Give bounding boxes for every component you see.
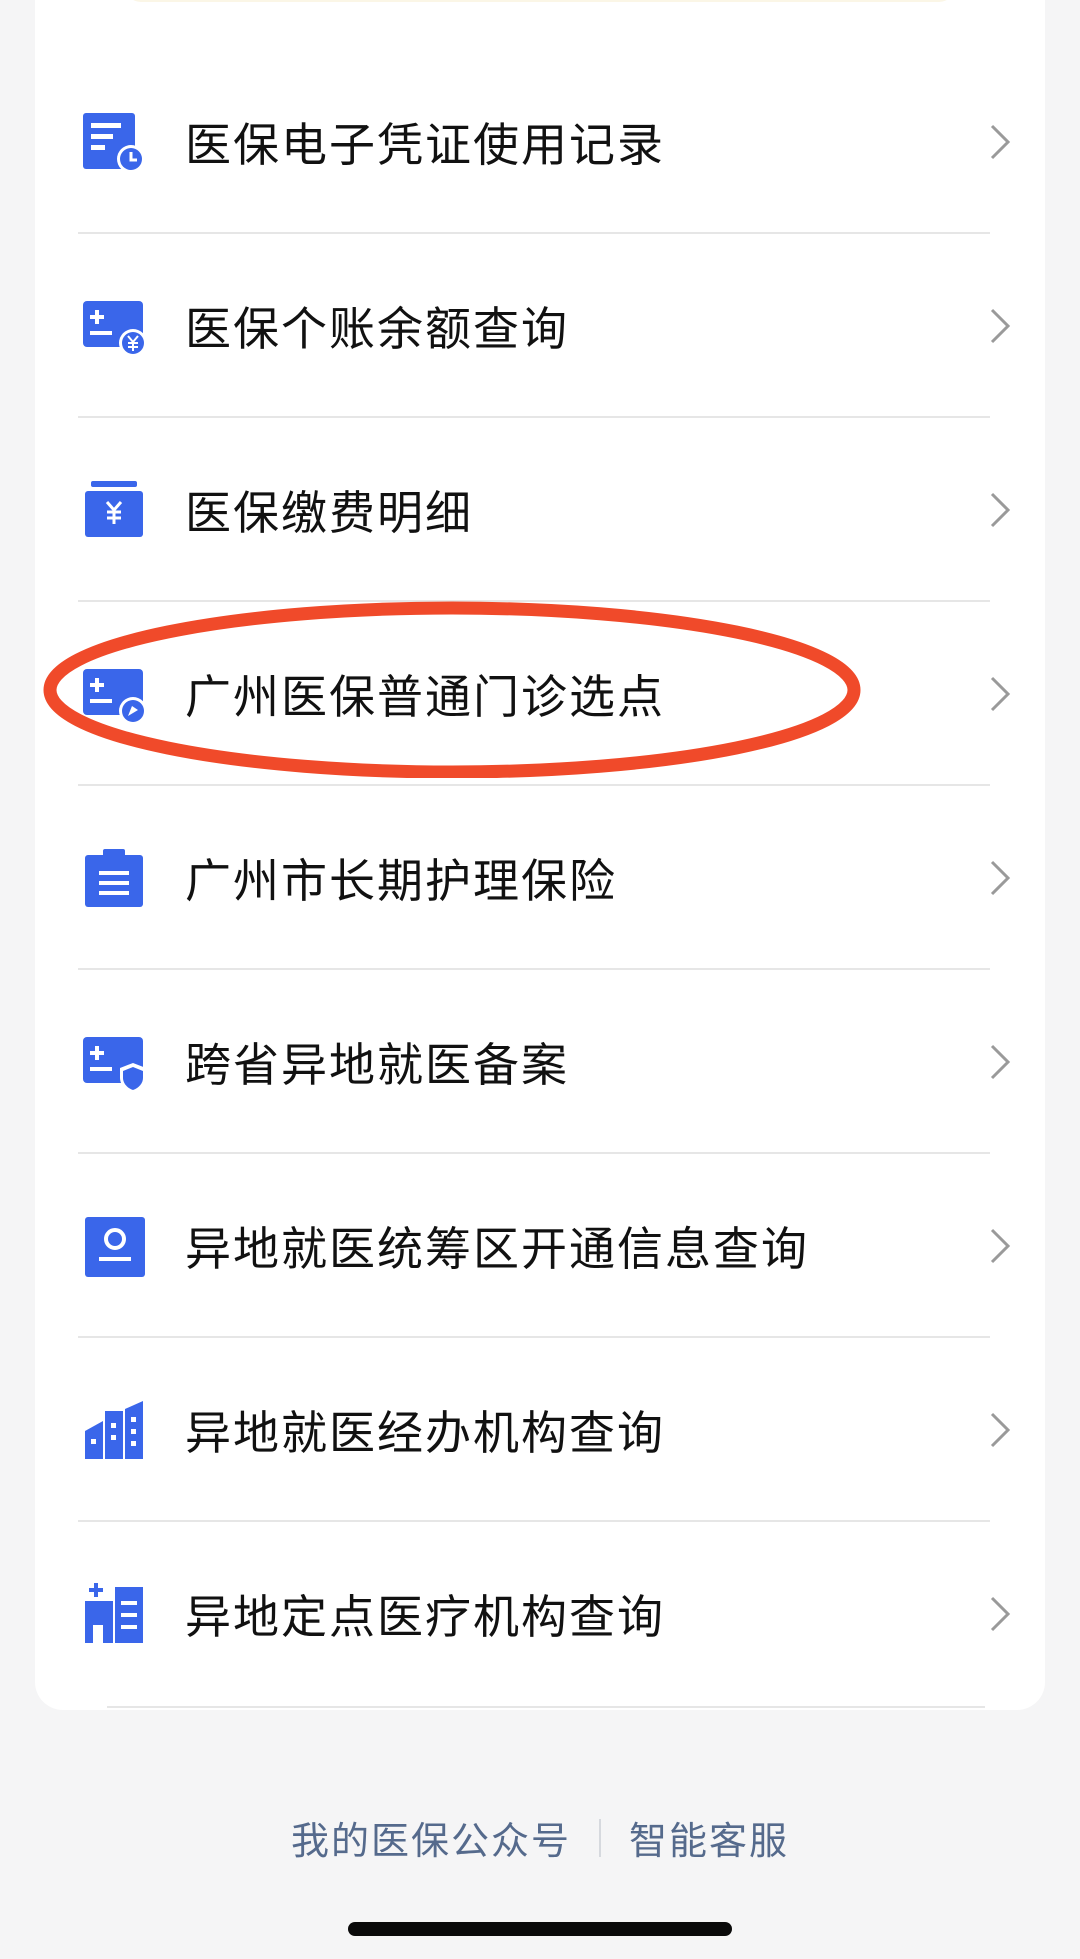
chevron-right-icon <box>983 306 1017 346</box>
card-shield-icon <box>81 1029 147 1095</box>
buildings-icon <box>81 1397 147 1463</box>
divider <box>107 1706 985 1708</box>
menu-item-cross-province-filing[interactable]: 跨省异地就医备案 <box>35 970 1045 1154</box>
document-clock-icon <box>81 109 147 175</box>
wallet-yuan-icon <box>81 477 147 543</box>
chevron-right-icon <box>983 1594 1017 1634</box>
service-list-card: 医保电子凭证使用记录 医保个账余额查询 医保缴费明细 广州医保普通门诊选点 广州… <box>35 0 1045 1710</box>
hospital-icon <box>81 1581 147 1647</box>
top-banner-edge <box>125 0 955 2</box>
home-indicator[interactable] <box>348 1922 732 1936</box>
chevron-right-icon <box>983 858 1017 898</box>
footer-links: 我的医保公众号 智能客服 <box>0 1810 1080 1870</box>
menu-item-label: 异地就医统筹区开通信息查询 <box>185 1222 809 1276</box>
menu-item-pooling-area-query[interactable]: 异地就医统筹区开通信息查询 <box>35 1154 1045 1338</box>
menu-item-label: 广州市长期护理保险 <box>185 854 617 908</box>
chevron-right-icon <box>983 490 1017 530</box>
menu-item-designated-hospital-query[interactable]: 异地定点医疗机构查询 <box>35 1522 1045 1706</box>
menu-item-payment-details[interactable]: 医保缴费明细 <box>35 418 1045 602</box>
profile-card-icon <box>81 1213 147 1279</box>
card-yuan-icon <box>81 293 147 359</box>
menu-item-label: 广州医保普通门诊选点 <box>185 670 665 724</box>
chevron-right-icon <box>983 122 1017 162</box>
menu-item-agency-query[interactable]: 异地就医经办机构查询 <box>35 1338 1045 1522</box>
menu-item-label: 异地定点医疗机构查询 <box>185 1590 665 1644</box>
menu-item-label: 异地就医经办机构查询 <box>185 1406 665 1460</box>
menu-item-account-balance[interactable]: 医保个账余额查询 <box>35 234 1045 418</box>
chevron-right-icon <box>983 1226 1017 1266</box>
chevron-right-icon <box>983 1410 1017 1450</box>
smart-service-link[interactable]: 智能客服 <box>601 1810 817 1865</box>
menu-item-long-term-care[interactable]: 广州市长期护理保险 <box>35 786 1045 970</box>
menu-item-label: 医保电子凭证使用记录 <box>185 118 665 172</box>
menu-item-label: 医保个账余额查询 <box>185 302 569 356</box>
menu-item-label: 跨省异地就医备案 <box>185 1038 569 1092</box>
official-account-link[interactable]: 我的医保公众号 <box>263 1810 599 1865</box>
menu-item-label: 医保缴费明细 <box>185 486 473 540</box>
card-pin-icon <box>81 661 147 727</box>
chevron-right-icon <box>983 1042 1017 1082</box>
chevron-right-icon <box>983 674 1017 714</box>
menu-item-outpatient-selection[interactable]: 广州医保普通门诊选点 <box>35 602 1045 786</box>
clipboard-icon <box>81 845 147 911</box>
menu-item-ehealth-usage-record[interactable]: 医保电子凭证使用记录 <box>35 50 1045 234</box>
